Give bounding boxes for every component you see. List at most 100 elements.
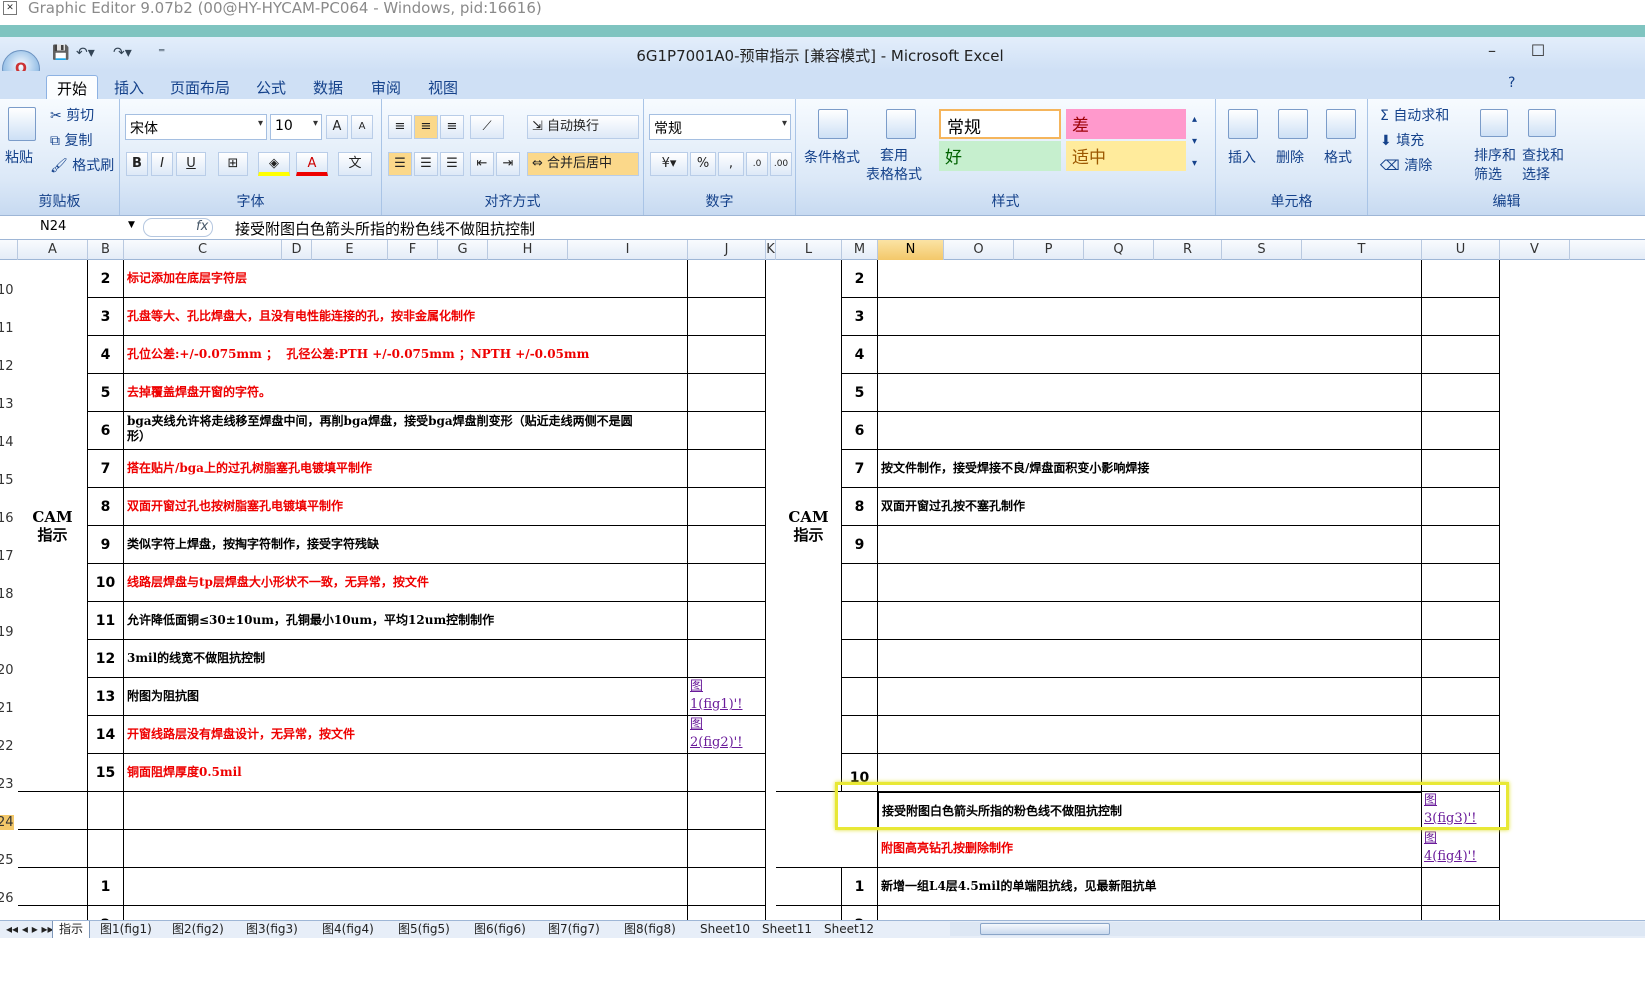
underline-button[interactable]: U (176, 152, 206, 176)
format-cells-icon[interactable] (1326, 109, 1356, 139)
fill-color-icon[interactable]: ◈ (258, 152, 290, 176)
orientation-icon[interactable]: ⟋ (470, 115, 504, 139)
left-item-link[interactable]: 图 2(fig2)'! (688, 716, 766, 754)
number-format-select[interactable]: 常规 (649, 114, 791, 140)
tab-view[interactable]: 视图 (418, 75, 468, 99)
copy-button[interactable]: ⧉ 复制 (50, 130, 92, 150)
bold-button[interactable]: B (126, 152, 148, 176)
sheet-tab-10[interactable]: Sheet11 (762, 921, 812, 939)
increase-decimal-icon[interactable]: .0 (746, 152, 768, 176)
style-neutral[interactable]: 适中 (1066, 141, 1186, 171)
sheet-tab-4[interactable]: 图4(fig4) (322, 921, 374, 939)
formula-input[interactable]: 接受附图白色箭头所指的粉色线不做阻抗控制 (235, 218, 535, 239)
column-header-k[interactable]: K (766, 240, 776, 260)
row-header-12[interactable]: 12 (0, 336, 18, 374)
font-color-icon[interactable]: A (296, 152, 328, 176)
maximize-icon[interactable]: ☐ (1518, 41, 1558, 60)
scrollbar-thumb[interactable] (980, 923, 1110, 935)
row-header-14[interactable]: 14 (0, 412, 18, 450)
column-header-u[interactable]: U (1422, 240, 1500, 260)
row-header-21[interactable]: 21 (0, 678, 18, 716)
cut-button[interactable]: ✂ 剪切 (50, 105, 94, 125)
column-header-r[interactable]: R (1154, 240, 1222, 260)
comma-button[interactable]: , (718, 152, 744, 176)
column-header-q[interactable]: Q (1084, 240, 1154, 260)
column-header-l[interactable]: L (776, 240, 842, 260)
format-as-table-button[interactable]: 套用 表格格式 (866, 147, 922, 185)
customize-toolbar-icon[interactable]: ⁼ (158, 45, 165, 61)
column-header-n[interactable]: N (878, 240, 944, 260)
left-item-link[interactable]: 图 1(fig1)'! (688, 678, 766, 716)
column-header-e[interactable]: E (312, 240, 388, 260)
fig4-link[interactable]: 图 4(fig4)'! (1422, 830, 1500, 868)
wrap-text-button[interactable]: ⇲ 自动换行 (527, 115, 639, 139)
tab-page-layout[interactable]: 页面布局 (160, 75, 240, 99)
row-header-19[interactable]: 19 (0, 602, 18, 640)
sheet-tab-7[interactable]: 图7(fig7) (548, 921, 600, 939)
delete-cells-icon[interactable] (1278, 109, 1308, 139)
currency-icon[interactable]: ¥▾ (650, 152, 688, 176)
shrink-font-button[interactable]: A (351, 115, 373, 139)
column-header-d[interactable]: D (282, 240, 312, 260)
percent-button[interactable]: % (690, 152, 716, 176)
column-header-b[interactable]: B (88, 240, 124, 260)
insert-cells-button[interactable]: 插入 (1228, 147, 1256, 167)
column-header-g[interactable]: G (438, 240, 488, 260)
conditional-format-button[interactable]: 条件格式 (804, 147, 860, 167)
column-header-i[interactable]: I (568, 240, 688, 260)
sheet-tab-9[interactable]: Sheet10 (700, 921, 750, 939)
align-top-icon[interactable]: ≡ (388, 115, 412, 139)
find-select-button[interactable]: 查找和 选择 (1522, 147, 1564, 185)
undo-icon[interactable]: ↶▾ (76, 45, 95, 61)
save-icon[interactable]: 💾 (52, 45, 69, 61)
italic-button[interactable]: I (151, 152, 173, 176)
column-header-p[interactable]: P (1014, 240, 1084, 260)
row-header-16[interactable]: 16 (0, 488, 18, 526)
fx-icon[interactable]: fx (196, 219, 208, 234)
border-icon[interactable]: ⊞ (218, 152, 248, 176)
sheet-tab-1[interactable]: 图1(fig1) (100, 921, 152, 939)
align-bottom-icon[interactable]: ≡ (440, 115, 464, 139)
column-header-o[interactable]: O (944, 240, 1014, 260)
row-header-18[interactable]: 18 (0, 564, 18, 602)
row-header-26[interactable]: 26 (0, 868, 18, 906)
tab-data[interactable]: 数据 (303, 75, 353, 99)
column-header-f[interactable]: F (388, 240, 438, 260)
sheet-tab-11[interactable]: Sheet12 (824, 921, 874, 939)
row-header-15[interactable]: 15 (0, 450, 18, 488)
format-cells-button[interactable]: 格式 (1324, 147, 1352, 167)
align-left-icon[interactable]: ☰ (388, 152, 412, 176)
find-select-icon[interactable] (1528, 109, 1556, 137)
help-icon[interactable]: ? (1508, 75, 1515, 91)
clear-button[interactable]: ⌫ 清除 (1380, 155, 1432, 175)
align-center-icon[interactable]: ☰ (414, 152, 438, 176)
name-box[interactable]: N24 (0, 218, 140, 238)
insert-cells-icon[interactable] (1228, 109, 1258, 139)
row-header-23[interactable]: 23 (0, 754, 18, 792)
row-header-10[interactable]: 10 (0, 260, 18, 298)
fill-button[interactable]: ⬇ 填充 (1380, 130, 1424, 150)
paste-button[interactable]: 粘贴 (5, 147, 33, 167)
row-header-11[interactable]: 11 (0, 298, 18, 336)
sheet-tab-8[interactable]: 图8(fig8) (624, 921, 676, 939)
column-header-m[interactable]: M (842, 240, 878, 260)
tab-home[interactable]: 开始 (46, 75, 99, 99)
tab-formulas[interactable]: 公式 (246, 75, 296, 99)
select-all-corner[interactable] (0, 240, 18, 260)
conditional-format-icon[interactable] (818, 109, 848, 139)
horizontal-scrollbar[interactable] (950, 922, 1645, 936)
align-right-icon[interactable]: ☰ (440, 152, 464, 176)
tab-review[interactable]: 审阅 (361, 75, 411, 99)
phonetic-icon[interactable]: 文 (338, 152, 372, 176)
sheet-nav-arrows[interactable]: ◂◂ ◂ ▸ ▸▸ (6, 921, 54, 939)
style-normal[interactable]: 常规 (939, 109, 1061, 139)
sort-filter-icon[interactable] (1480, 109, 1508, 137)
styles-scroll-icon[interactable]: ▴ ▾ ▾ (1192, 109, 1197, 175)
increase-indent-icon[interactable]: ⇥ (496, 152, 520, 176)
row-header-24[interactable]: 24 (0, 792, 18, 830)
column-header-v[interactable]: V (1500, 240, 1570, 260)
align-middle-icon[interactable]: ≡ (414, 115, 438, 139)
merge-center-button[interactable]: ⇔ 合并后居中 (527, 152, 639, 176)
sheet-tab-5[interactable]: 图5(fig5) (398, 921, 450, 939)
table-format-icon[interactable] (886, 109, 916, 139)
